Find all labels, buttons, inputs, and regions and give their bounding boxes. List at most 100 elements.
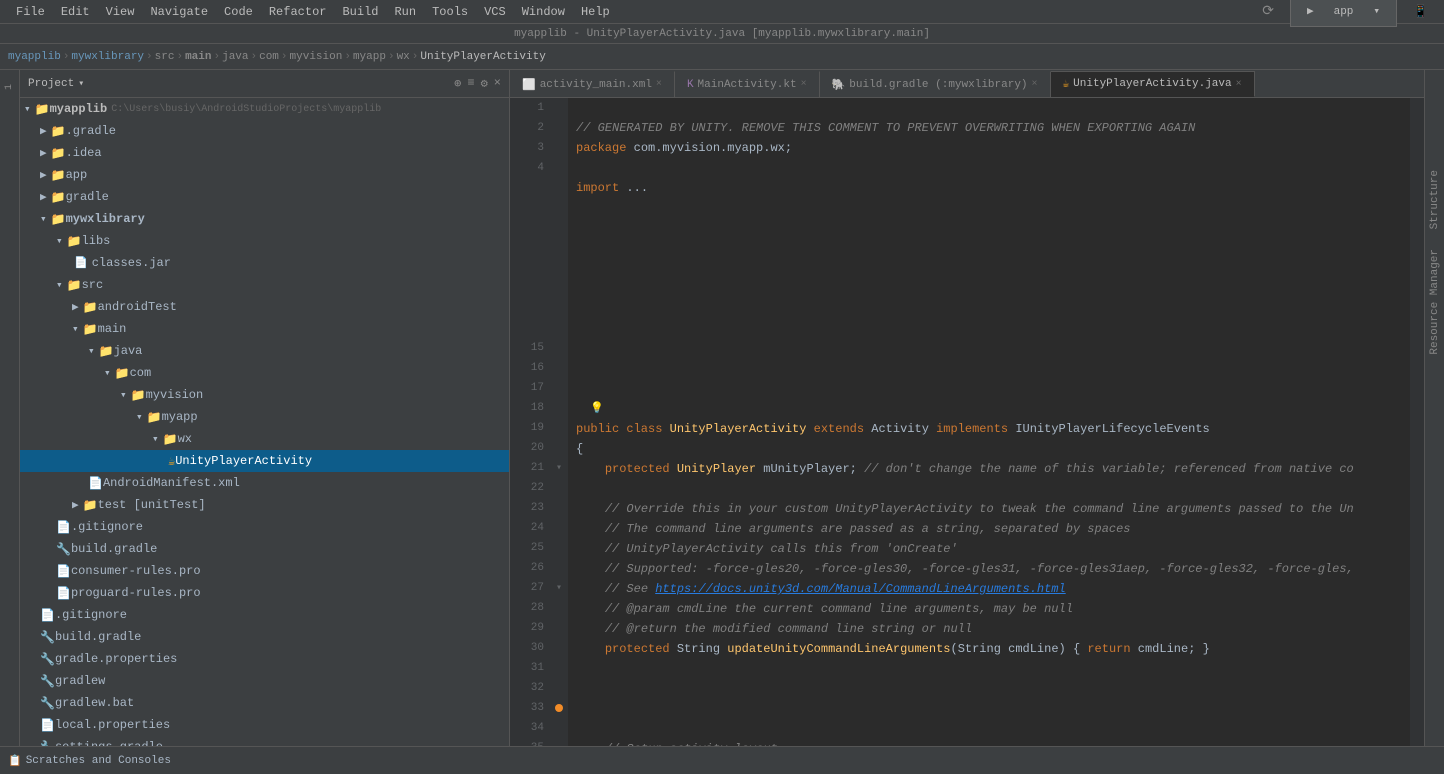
tab-kt-icon: K xyxy=(687,79,694,91)
tab-mainactivity-kt[interactable]: K MainActivity.kt × xyxy=(675,71,820,97)
fold-27[interactable]: ▾ xyxy=(556,582,562,594)
breadcrumb-java[interactable]: java xyxy=(222,51,248,63)
code-line-18: protected UnityPlayer mUnityPlayer; // d… xyxy=(576,462,1354,476)
file-label: gradlew.bat xyxy=(55,696,134,710)
code-line-32: // Setup activity layout xyxy=(576,742,778,746)
menu-navigate[interactable]: Navigate xyxy=(142,0,216,24)
panel-close-icon[interactable]: × xyxy=(494,76,501,91)
menu-run[interactable]: Run xyxy=(386,0,424,24)
tree-build-gradle-inner[interactable]: 🔧 build.gradle xyxy=(20,538,509,560)
breadcrumb-main[interactable]: main xyxy=(185,51,211,63)
tab-build-gradle[interactable]: 🐘 build.gradle (:mywxlibrary) × xyxy=(820,71,1051,97)
breadcrumb-mywxlibrary[interactable]: mywxlibrary xyxy=(71,51,144,63)
line-num-23: 23 xyxy=(516,498,544,518)
line-num-27: 27 xyxy=(516,578,544,598)
menu-file[interactable]: File xyxy=(8,0,53,24)
tree-java[interactable]: ▾ 📁 java xyxy=(20,340,509,362)
panel-collapse-icon[interactable]: ≡ xyxy=(467,76,474,91)
folder-icon: 📁 xyxy=(83,300,98,315)
tab-close-icon[interactable]: × xyxy=(801,79,807,90)
root-icon: 📁 xyxy=(35,102,50,117)
tree-gitignore-outer[interactable]: 📄 .gitignore xyxy=(20,604,509,626)
breadcrumb-src[interactable]: src xyxy=(155,51,175,63)
breadcrumb-myapp[interactable]: myapp xyxy=(353,51,386,63)
tree-gitignore-inner[interactable]: 📄 .gitignore xyxy=(20,516,509,538)
code-content[interactable]: // GENERATED BY UNITY. REMOVE THIS COMME… xyxy=(568,98,1410,746)
breadcrumb-myvision[interactable]: myvision xyxy=(290,51,343,63)
tree-src[interactable]: ▾ 📁 src xyxy=(20,274,509,296)
tree-gradlew-bat[interactable]: 🔧 gradlew.bat xyxy=(20,692,509,714)
panel-scope-icon[interactable]: ⊕ xyxy=(454,76,461,91)
tree-gradle-hidden[interactable]: ▶ 📁 .gradle xyxy=(20,120,509,142)
tree-idea[interactable]: ▶ 📁 .idea xyxy=(20,142,509,164)
folder-icon: 📁 xyxy=(83,498,98,513)
file-icon: 📄 xyxy=(40,718,55,733)
breadcrumb-com[interactable]: com xyxy=(259,51,279,63)
tab-xml-icon: ⬜ xyxy=(522,78,536,92)
breadcrumb-wx[interactable]: wx xyxy=(397,51,410,63)
file-icon: 📄 xyxy=(56,586,71,601)
tree-gradle[interactable]: ▶ 📁 gradle xyxy=(20,186,509,208)
tree-gradlew[interactable]: 🔧 gradlew xyxy=(20,670,509,692)
tree-root[interactable]: ▾ 📁 myapplib C:\Users\busiy\AndroidStudi… xyxy=(20,98,509,120)
right-error-strip xyxy=(1410,98,1424,746)
folder-expand-icon: ▾ xyxy=(40,212,47,226)
breadcrumb-myapplib[interactable]: myapplib xyxy=(8,51,61,63)
code-line-26: // @return the modified command line str… xyxy=(576,622,972,636)
menu-edit[interactable]: Edit xyxy=(53,0,98,24)
scratches-consoles[interactable]: 📋 Scratches and Consoles xyxy=(8,754,171,768)
file-icon: 📄 xyxy=(40,608,55,623)
tab-close-icon[interactable]: × xyxy=(1236,79,1242,90)
tree-consumer-rules[interactable]: 📄 consumer-rules.pro xyxy=(20,560,509,582)
menu-window[interactable]: Window xyxy=(514,0,573,24)
panel-settings-icon[interactable]: ⚙ xyxy=(481,76,488,91)
menu-code[interactable]: Code xyxy=(216,0,261,24)
tree-local-properties[interactable]: 📄 local.properties xyxy=(20,714,509,736)
fold-20[interactable]: ▾ xyxy=(556,462,562,474)
line-num-2: 2 xyxy=(516,118,544,138)
run-dropdown-icon: ▾ xyxy=(1365,0,1388,24)
line-num-28: 28 xyxy=(516,598,544,618)
tree-main[interactable]: ▾ 📁 main xyxy=(20,318,509,340)
file-label: .gitignore xyxy=(71,520,143,534)
folder-label: gradle xyxy=(66,190,109,204)
panel-dropdown-icon[interactable]: ▾ xyxy=(78,78,84,90)
tree-test[interactable]: ▶ 📁 test [unitTest] xyxy=(20,494,509,516)
tree-app[interactable]: ▶ 📁 app xyxy=(20,164,509,186)
structure-label[interactable]: Structure xyxy=(1429,170,1441,229)
tree-androidtest[interactable]: ▶ 📁 androidTest xyxy=(20,296,509,318)
menu-help[interactable]: Help xyxy=(573,0,618,24)
tab-close-icon[interactable]: × xyxy=(656,79,662,90)
code-line-15: 💡 xyxy=(576,401,604,415)
resource-manager-label[interactable]: Resource Manager xyxy=(1429,249,1441,355)
tree-androidmanifest[interactable]: 📄 AndroidManifest.xml xyxy=(20,472,509,494)
tree-mywxlibrary[interactable]: ▾ 📁 mywxlibrary xyxy=(20,208,509,230)
file-label: build.gradle xyxy=(71,542,157,556)
menu-view[interactable]: View xyxy=(98,0,143,24)
tab-unity-activity[interactable]: ☕ UnityPlayerActivity.java × xyxy=(1051,71,1255,97)
tree-myapp[interactable]: ▾ 📁 myapp xyxy=(20,406,509,428)
sync-icon[interactable]: ⟳ xyxy=(1254,0,1282,24)
tree-gradle-properties[interactable]: 🔧 gradle.properties xyxy=(20,648,509,670)
tree-libs[interactable]: ▾ 📁 libs xyxy=(20,230,509,252)
tree-com[interactable]: ▾ 📁 com xyxy=(20,362,509,384)
menu-build[interactable]: Build xyxy=(334,0,386,24)
project-tab-icon[interactable]: 1 xyxy=(4,84,15,90)
tree-build-gradle-outer[interactable]: 🔧 build.gradle xyxy=(20,626,509,648)
menu-tools[interactable]: Tools xyxy=(424,0,476,24)
breadcrumb-unity-activity[interactable]: UnityPlayerActivity xyxy=(420,51,545,63)
tree-proguard-rules[interactable]: 📄 proguard-rules.pro xyxy=(20,582,509,604)
menu-vcs[interactable]: VCS xyxy=(476,0,514,24)
tab-close-icon[interactable]: × xyxy=(1032,79,1038,90)
structure-panel: Structure Resource Manager xyxy=(1424,70,1444,746)
tree-wx[interactable]: ▾ 📁 wx xyxy=(20,428,509,450)
run-button[interactable]: ▶ app ▾ xyxy=(1290,0,1397,27)
tree-classes-jar[interactable]: 📄 classes.jar xyxy=(20,252,509,274)
menu-refactor[interactable]: Refactor xyxy=(261,0,335,24)
folder-label: .gradle xyxy=(66,124,116,138)
tree-settings-gradle[interactable]: 🔧 settings.gradle xyxy=(20,736,509,746)
tab-activity-main-xml[interactable]: ⬜ activity_main.xml × xyxy=(510,71,675,97)
folder-expand-icon: ▶ xyxy=(40,190,47,204)
tree-myvision[interactable]: ▾ 📁 myvision xyxy=(20,384,509,406)
tree-unity-activity[interactable]: ☕ UnityPlayerActivity xyxy=(20,450,509,472)
